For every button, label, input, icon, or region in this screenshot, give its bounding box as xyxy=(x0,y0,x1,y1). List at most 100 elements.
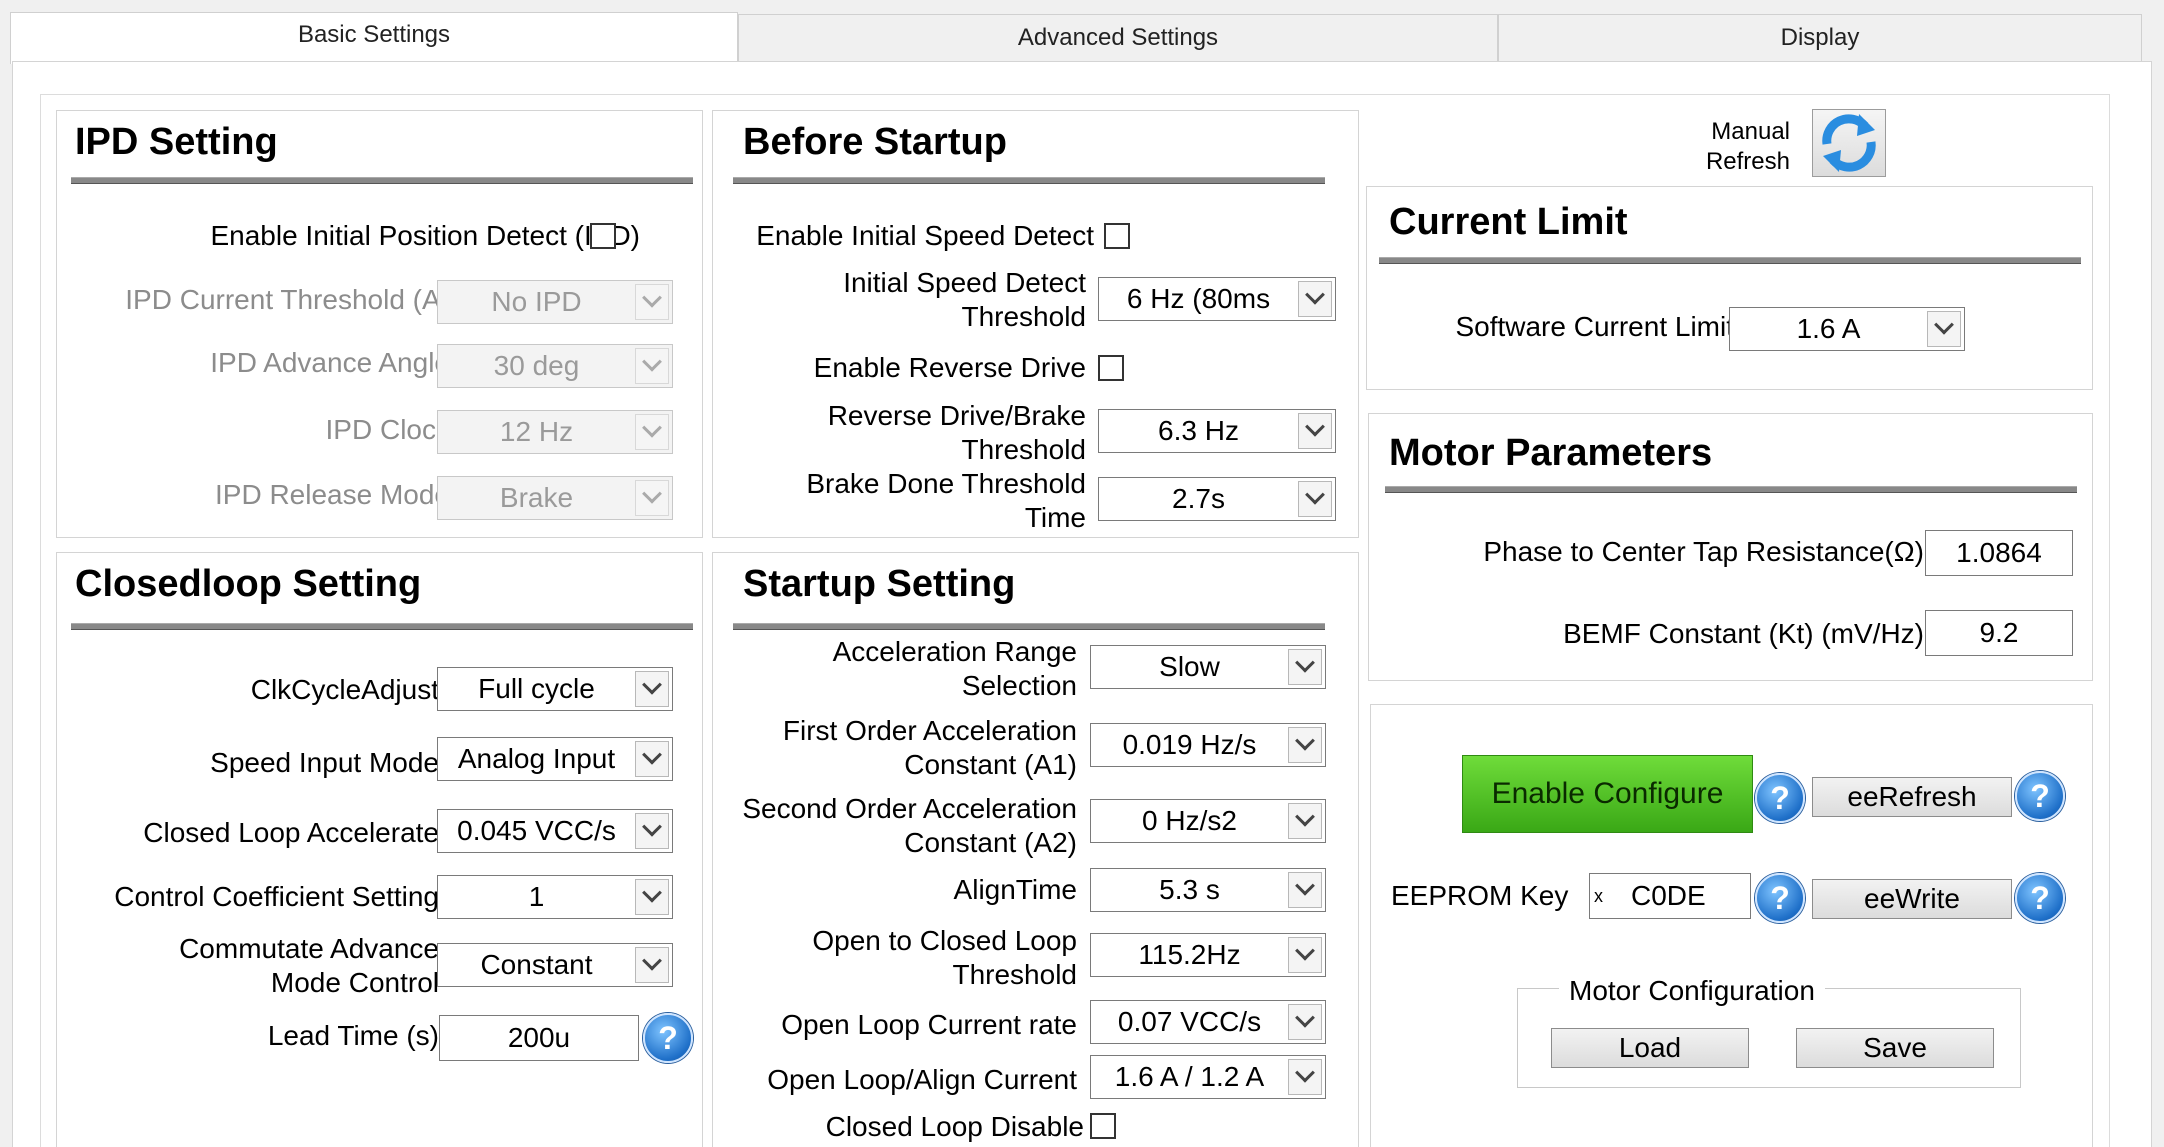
motor-parameters-panel: Motor Parameters Phase to Center Tap Res… xyxy=(1368,413,2093,681)
tab-bar: Basic Settings Advanced Settings Display xyxy=(0,0,2164,64)
accel-range-select[interactable]: Slow xyxy=(1090,645,1326,689)
chevron-down-icon xyxy=(1288,1004,1322,1040)
open-loop-rate-value: 0.07 VCC/s xyxy=(1117,1006,1262,1037)
eeprom-key-input[interactable]: x C0DE xyxy=(1589,873,1751,919)
ipd-advance-angle-label: IPD Advance Angle xyxy=(210,347,450,378)
eeprom-key-label: EEPROM Key xyxy=(1391,880,1569,911)
chevron-down-icon xyxy=(1927,311,1961,347)
reverse-brake-select[interactable]: 6.3 Hz xyxy=(1098,409,1336,453)
current-limit-title: Current Limit xyxy=(1389,201,1628,243)
initial-speed-threshold-select[interactable]: 6 Hz (80ms xyxy=(1098,277,1336,321)
manual-refresh-button[interactable] xyxy=(1812,109,1886,177)
first-order-accel-label-2: Constant (A1) xyxy=(904,749,1077,780)
ipd-clock-select[interactable]: 12 Hz xyxy=(437,410,673,454)
ee-refresh-help-icon[interactable]: ? xyxy=(2015,771,2065,821)
chevron-down-icon xyxy=(1298,413,1332,449)
closed-loop-disable-label: Closed Loop Disable xyxy=(825,1111,1084,1142)
align-time-select[interactable]: 5.3 s xyxy=(1090,868,1326,912)
open-closed-threshold-value: 115.2Hz xyxy=(1138,939,1241,970)
tab-advanced-settings[interactable]: Advanced Settings xyxy=(738,14,1498,62)
closed-loop-accelerate-select[interactable]: 0.045 VCC/s xyxy=(437,809,673,853)
commutate-advance-label-2: Mode Control xyxy=(270,967,439,998)
ee-refresh-button[interactable]: eeRefresh xyxy=(1812,777,2012,817)
bemf-constant-input[interactable]: 9.2 xyxy=(1925,610,2073,656)
chevron-down-icon xyxy=(1288,937,1322,973)
brake-done-label-1: Brake Done Threshold xyxy=(806,468,1086,499)
ipd-title-rule xyxy=(71,177,693,184)
eeprom-panel: Enable Configure ? eeRefresh ? EEPROM Ke… xyxy=(1370,704,2093,1147)
ipd-current-threshold-value: No IPD xyxy=(491,286,582,317)
open-closed-threshold-select[interactable]: 115.2Hz xyxy=(1090,933,1326,977)
save-button[interactable]: Save xyxy=(1796,1028,1994,1068)
ipd-enable-checkbox[interactable] xyxy=(590,223,616,249)
motor-configuration-label: Motor Configuration xyxy=(1559,975,1825,1007)
chevron-down-icon xyxy=(1298,281,1332,317)
eeprom-key-value: C0DE xyxy=(1631,880,1706,911)
eeprom-key-prefix: x xyxy=(1594,885,1603,906)
second-order-accel-select[interactable]: 0 Hz/s2 xyxy=(1090,799,1326,843)
current-limit-title-rule xyxy=(1379,257,2081,264)
closed-loop-disable-checkbox[interactable] xyxy=(1090,1113,1116,1139)
motor-parameters-title-rule xyxy=(1385,486,2077,493)
clk-cycle-label: ClkCycleAdjust xyxy=(250,674,439,705)
eeprom-key-help-icon[interactable]: ? xyxy=(1755,873,1805,923)
closedloop-setting-title: Closedloop Setting xyxy=(75,563,422,605)
chevron-down-icon xyxy=(635,879,669,915)
startup-setting-panel: Startup Setting Acceleration Range Selec… xyxy=(712,552,1359,1147)
chevron-down-icon xyxy=(635,348,669,384)
second-order-accel-value: 0 Hz/s2 xyxy=(1142,805,1237,836)
chevron-down-icon xyxy=(635,284,669,320)
tab-basic-settings[interactable]: Basic Settings xyxy=(10,12,738,64)
speed-input-mode-select[interactable]: Analog Input xyxy=(437,737,673,781)
open-loop-rate-select[interactable]: 0.07 VCC/s xyxy=(1090,1000,1326,1044)
open-align-current-select[interactable]: 1.6 A / 1.2 A xyxy=(1090,1055,1326,1099)
clk-cycle-select[interactable]: Full cycle xyxy=(437,667,673,711)
enable-configure-button[interactable]: Enable Configure xyxy=(1462,755,1753,833)
chevron-down-icon xyxy=(635,813,669,849)
manual-refresh-label-1: Manual xyxy=(1711,118,1790,145)
closed-loop-accelerate-label: Closed Loop Accelerate xyxy=(143,817,439,848)
ipd-setting-title: IPD Setting xyxy=(75,121,278,163)
control-coefficient-label: Control Coefficient Setting xyxy=(114,881,439,912)
accel-range-label-1: Acceleration Range xyxy=(832,636,1077,667)
enable-configure-help-icon[interactable]: ? xyxy=(1755,773,1805,823)
refresh-icon xyxy=(1822,114,1876,172)
open-loop-rate-label: Open Loop Current rate xyxy=(781,1009,1077,1040)
ipd-current-threshold-select[interactable]: No IPD xyxy=(437,280,673,324)
lead-time-help-icon[interactable]: ? xyxy=(643,1013,693,1063)
bemf-constant-label: BEMF Constant (Kt) (mV/Hz) xyxy=(1563,618,1924,649)
second-order-accel-label-2: Constant (A2) xyxy=(904,827,1077,858)
ipd-advance-angle-select[interactable]: 30 deg xyxy=(437,344,673,388)
initial-speed-threshold-label-1: Initial Speed Detect xyxy=(843,267,1086,298)
reverse-drive-checkbox[interactable] xyxy=(1098,355,1124,381)
initial-speed-detect-checkbox[interactable] xyxy=(1104,223,1130,249)
chevron-down-icon xyxy=(1288,803,1322,839)
closed-loop-accelerate-value: 0.045 VCC/s xyxy=(457,815,616,846)
tab-display[interactable]: Display xyxy=(1498,14,2142,62)
first-order-accel-select[interactable]: 0.019 Hz/s xyxy=(1090,723,1326,767)
ipd-release-mode-value: Brake xyxy=(499,482,574,513)
before-startup-title-rule xyxy=(733,177,1325,184)
resistance-input[interactable]: 1.0864 xyxy=(1925,530,2073,576)
chevron-down-icon xyxy=(635,741,669,777)
speed-input-mode-value: Analog Input xyxy=(457,743,616,774)
brake-done-select[interactable]: 2.7s xyxy=(1098,477,1336,521)
initial-speed-detect-label: Enable Initial Speed Detect xyxy=(756,220,1094,251)
chevron-down-icon xyxy=(1298,481,1332,517)
lead-time-input[interactable]: 200u xyxy=(439,1015,639,1061)
software-current-limit-select[interactable]: 1.6 A xyxy=(1729,307,1965,351)
commutate-advance-select[interactable]: Constant xyxy=(437,943,673,987)
load-button[interactable]: Load xyxy=(1551,1028,1749,1068)
chevron-down-icon xyxy=(635,671,669,707)
chevron-down-icon xyxy=(1288,727,1322,763)
commutate-advance-label-1: Commutate Advance xyxy=(179,933,439,964)
ee-write-button[interactable]: eeWrite xyxy=(1812,879,2012,919)
control-coefficient-select[interactable]: 1 xyxy=(437,875,673,919)
ipd-current-threshold-label: IPD Current Threshold (A) xyxy=(125,284,450,315)
brake-done-value: 2.7s xyxy=(1172,483,1225,514)
initial-speed-threshold-label-2: Threshold xyxy=(961,301,1086,332)
commutate-advance-value: Constant xyxy=(480,949,593,980)
ee-write-help-icon[interactable]: ? xyxy=(2015,873,2065,923)
ipd-release-mode-select[interactable]: Brake xyxy=(437,476,673,520)
open-align-current-label: Open Loop/Align Current xyxy=(767,1064,1077,1095)
